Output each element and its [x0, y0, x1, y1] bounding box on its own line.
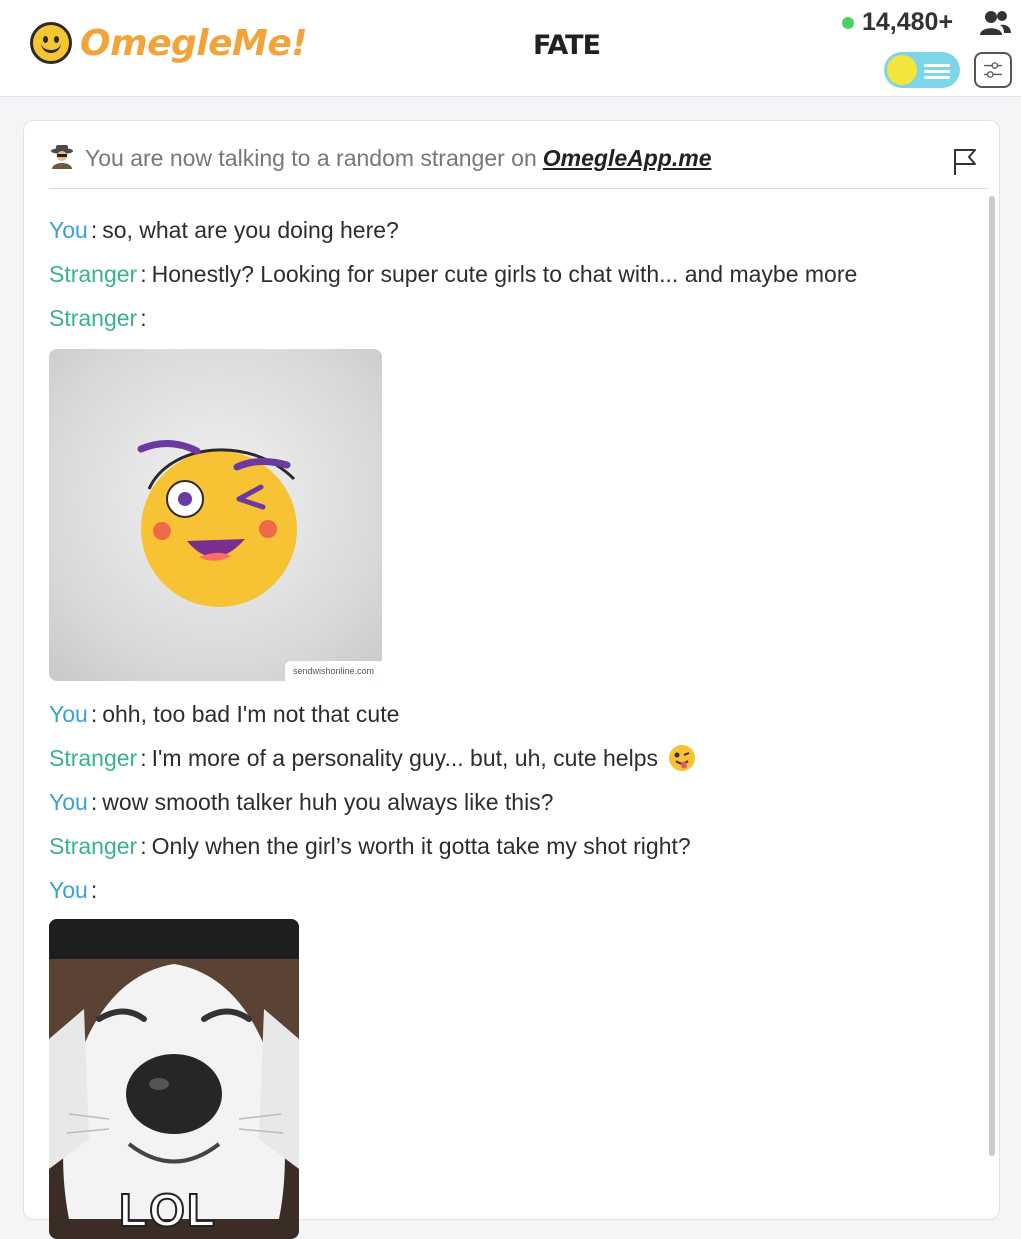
online-dot-icon: [842, 16, 854, 29]
message-text: Honestly? Looking for super cute girls t…: [151, 261, 858, 287]
top-bar: OmegleMe! FATE 14,480+: [0, 0, 1021, 97]
sender-label: Stranger: [49, 305, 138, 331]
online-counter: 14,480+: [842, 8, 953, 37]
logo-text: OmegleMe!: [80, 22, 308, 64]
winking-emoji-image[interactable]: sendwishonline.com: [49, 349, 382, 681]
chat-message: Stranger: Honestly? Looking for super cut…: [49, 261, 858, 287]
image-watermark: sendwishonline.com: [284, 661, 382, 681]
chat-intro: You are now talking to a random stranger…: [49, 143, 989, 189]
sender-label: Stranger: [49, 261, 138, 287]
report-flag-icon[interactable]: [952, 147, 978, 177]
chat-message: Stranger:: [49, 305, 147, 331]
smiley-logo-icon: [30, 22, 72, 64]
chat-message: You:: [49, 877, 98, 903]
spy-icon: [51, 145, 73, 169]
omegleapp-link[interactable]: OmegleApp.me: [543, 143, 712, 173]
gif-caption: LOL: [118, 1183, 217, 1237]
message-list: You: so, what are you doing here? Strange…: [49, 215, 979, 1239]
message-text: wow smooth talker huh you always like th…: [102, 789, 554, 815]
laughing-dog-gif[interactable]: LOL: [49, 919, 299, 1239]
toggle-lines-icon: [924, 64, 950, 82]
sender-label: You: [49, 217, 88, 243]
sender-label: Stranger: [49, 745, 138, 771]
chat-scrollbar[interactable]: [989, 196, 995, 1156]
toggle-knob: [887, 55, 917, 85]
settings-sliders-button[interactable]: [974, 52, 1012, 88]
message-text: I'm more of a personality guy... but, uh…: [151, 745, 659, 771]
intro-text: You are now talking to a random stranger…: [85, 145, 537, 171]
site-logo[interactable]: OmegleMe!: [30, 22, 308, 64]
chat-message: You: ohh, too bad I'm not that cute: [49, 701, 400, 727]
chat-message: You: wow smooth talker huh you always lik…: [49, 789, 554, 815]
chat-message: Stranger: I'm more of a personality guy..…: [49, 743, 979, 787]
sender-label: Stranger: [49, 833, 138, 859]
online-count: 14,480+: [862, 8, 954, 36]
center-brand: FATE: [533, 30, 601, 61]
sender-label: You: [49, 789, 88, 815]
winking-tongue-emoji-icon: [669, 745, 696, 771]
sender-label: You: [49, 877, 88, 903]
winking-face-icon: [137, 440, 297, 607]
chat-message: Stranger: Only when the girl’s worth it g…: [49, 833, 691, 859]
users-icon: [980, 11, 1011, 35]
chat-message: You: so, what are you doing here?: [49, 217, 399, 243]
message-text: Only when the girl’s worth it gotta take…: [151, 833, 691, 859]
sender-label: You: [49, 701, 88, 727]
chat-panel: You are now talking to a random stranger…: [23, 120, 1000, 1239]
message-text: ohh, too bad I'm not that cute: [102, 701, 400, 727]
message-text: so, what are you doing here?: [102, 217, 399, 243]
theme-toggle[interactable]: [884, 52, 960, 88]
